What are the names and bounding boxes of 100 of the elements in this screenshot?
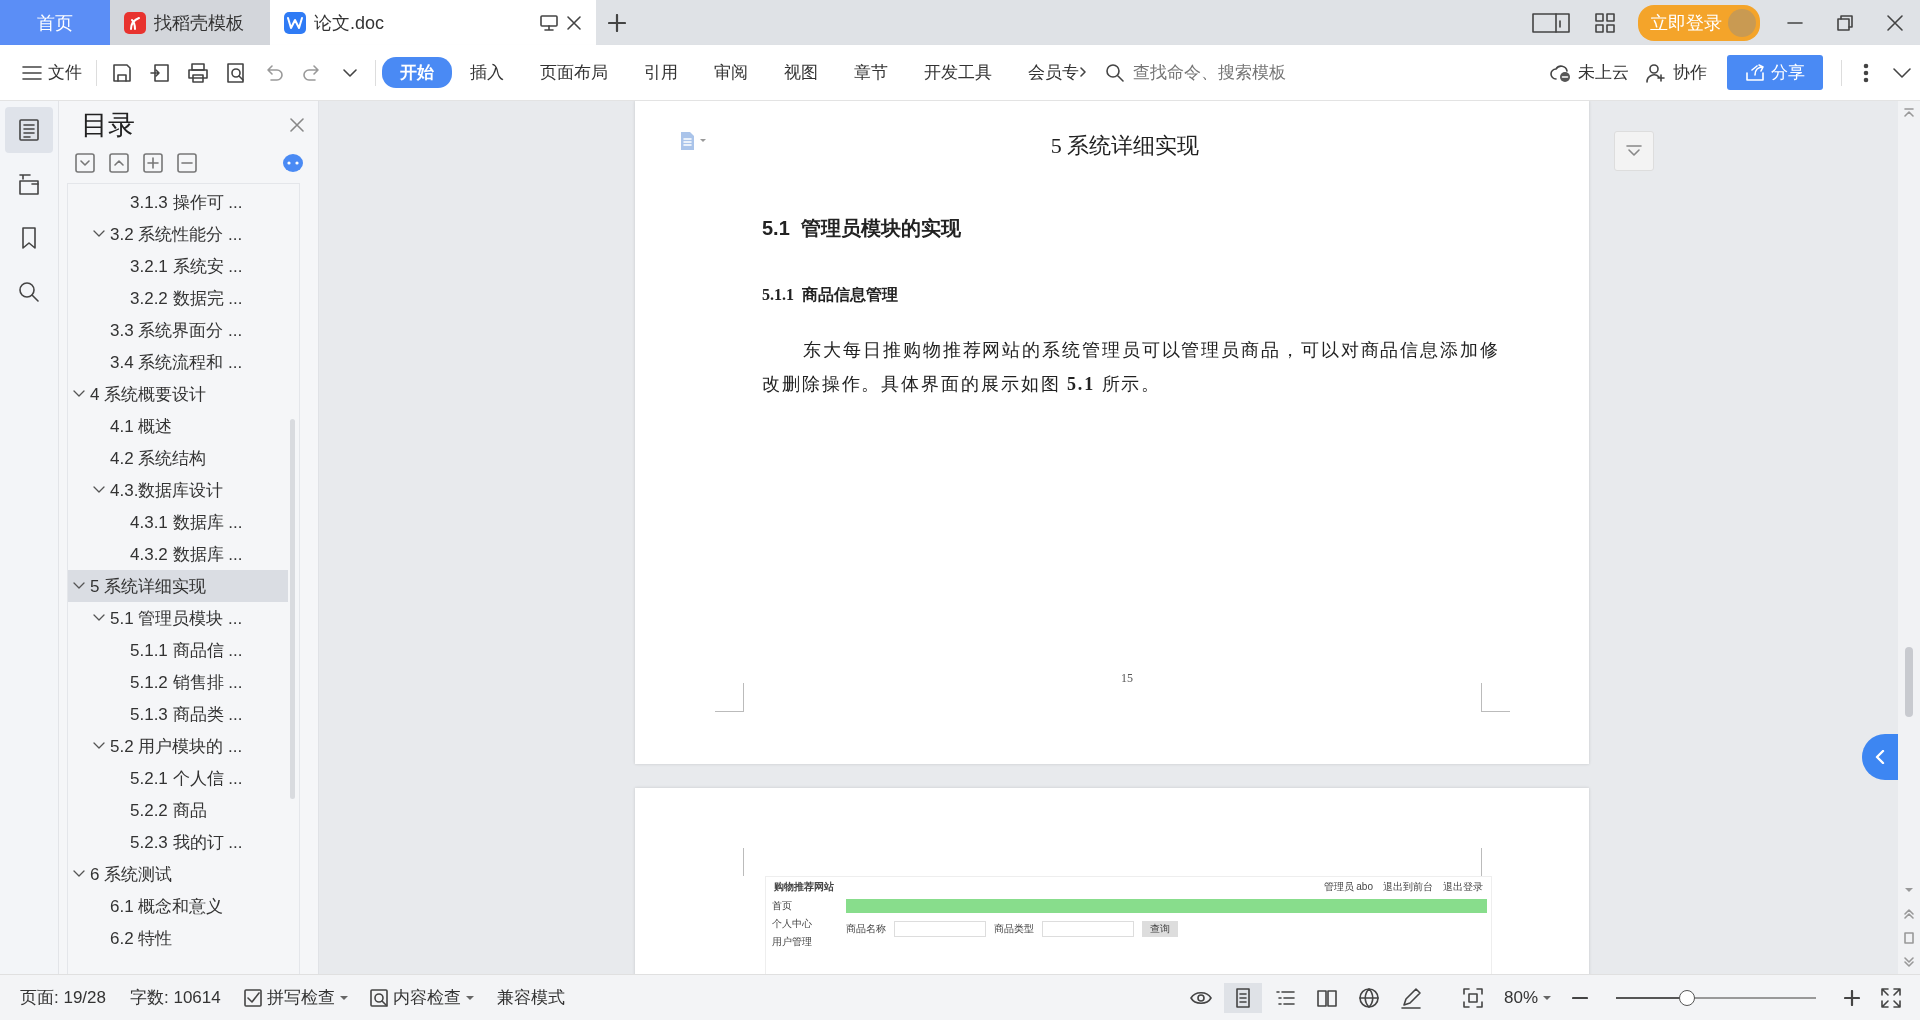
filter-label: 商品类型 — [994, 922, 1034, 936]
close-icon[interactable] — [566, 14, 582, 31]
scrollbar-thumb[interactable] — [1905, 646, 1913, 717]
print-preview-icon[interactable] — [225, 61, 247, 84]
chevron-down-icon — [93, 230, 105, 238]
rail-tab[interactable] — [5, 107, 53, 153]
add-tab-icon[interactable] — [608, 13, 626, 32]
next-page-icon[interactable] — [1903, 956, 1915, 968]
ribbon-tab[interactable]: 会员专 — [1010, 57, 1097, 88]
outline-item[interactable]: 4.3.2 数据库 ... — [68, 538, 288, 570]
outline-item[interactable]: 3.1.3 操作可 ... — [68, 186, 288, 218]
header-link[interactable]: 退出登录 — [1443, 880, 1483, 894]
scroll-top-icon[interactable] — [1903, 107, 1915, 119]
cloud-status-button[interactable]: 未上云 — [1542, 57, 1637, 88]
outline-icon — [17, 118, 41, 142]
cloud-icon — [1550, 62, 1572, 83]
save-icon[interactable] — [111, 61, 133, 84]
ribbon-tab[interactable]: 页面布局 — [522, 57, 626, 88]
add-icon[interactable] — [143, 153, 163, 173]
content-check-button[interactable]: 内容检查 — [360, 982, 483, 1013]
navigation-pane-icon — [17, 172, 41, 196]
ribbon-tab[interactable]: 引用 — [626, 57, 696, 88]
monitor-icon[interactable] — [540, 14, 558, 31]
outline-item[interactable]: 3.2.1 系统安 ... — [68, 250, 288, 282]
zoom-dropdown[interactable]: 80% — [1495, 983, 1560, 1012]
chevron-down-icon — [73, 870, 85, 878]
outline-item[interactable]: 3.2.2 数据完 ... — [68, 282, 288, 314]
side-menu-item[interactable]: 首页 — [772, 899, 836, 913]
outline-item[interactable]: 5.1 管理员模块 ... — [68, 602, 288, 634]
header-link[interactable]: 管理员 abo — [1323, 880, 1373, 894]
chat-bubble-icon[interactable] — [282, 153, 304, 173]
outline-item[interactable]: 5.2 用户模块的 ... — [68, 730, 288, 762]
dropdown-arrow-icon — [464, 994, 475, 1001]
outline-item[interactable]: 5.2.3 我的订 ... — [68, 826, 288, 858]
print-icon[interactable] — [187, 61, 209, 84]
ribbon-tab[interactable]: 插入 — [452, 57, 522, 88]
ribbon-tab[interactable]: 章节 — [836, 57, 906, 88]
side-menu-item[interactable]: 用户管理 — [772, 935, 836, 949]
chevron-right-icon[interactable] — [1079, 65, 1087, 78]
outline-item[interactable]: 6.2 特性 — [68, 922, 288, 954]
search-icon — [1105, 62, 1125, 83]
search-icon — [17, 280, 41, 304]
inspect-icon — [368, 987, 389, 1008]
spell-check-button[interactable]: 拼写检查 — [234, 982, 357, 1013]
tab[interactable]: 论文.doc — [270, 0, 596, 45]
outline-item[interactable]: 3.2 系统性能分 ... — [68, 218, 288, 250]
expand-side-button[interactable] — [1862, 734, 1898, 780]
layout-icon[interactable] — [1532, 11, 1570, 34]
fit-page-icon[interactable] — [1461, 986, 1484, 1009]
filter-field[interactable] — [1042, 921, 1134, 937]
outline-item[interactable]: 4.3.1 数据库 ... — [68, 506, 288, 538]
outline-item[interactable]: 4.1 概述 — [68, 410, 288, 442]
ribbon-tab[interactable]: 开发工具 — [906, 57, 1010, 88]
expand-up-icon[interactable] — [109, 153, 129, 173]
header-link[interactable]: 退出到前台 — [1383, 880, 1433, 894]
tab[interactable]: 找稻壳模板 — [110, 0, 270, 45]
close-icon[interactable] — [1886, 13, 1904, 32]
slider-thumb[interactable] — [1679, 989, 1695, 1006]
zoom-in-icon[interactable] — [1844, 989, 1860, 1006]
outline-item[interactable]: 5.2.2 商品 — [68, 794, 288, 826]
chapter-heading: 5 系统详细实现 — [1050, 132, 1200, 160]
outline-item[interactable]: 6.1 概念和意义 — [68, 890, 288, 922]
paragraph: 东大每日推购物推荐网站的系统管理员可以管理员商品，可以对商品信息添加修改删除操作。具体界面的展示如图 5.1 所示。 — [762, 339, 1501, 396]
grid-icon[interactable] — [1594, 11, 1616, 34]
filter-label: 商品名称 — [846, 922, 886, 936]
page-number: 15 — [1120, 671, 1134, 686]
file-menu[interactable]: 文件 — [14, 57, 90, 88]
ribbon-tab[interactable]: 审阅 — [696, 57, 766, 88]
outline-item[interactable]: 5.1.1 商品信 ... — [68, 634, 288, 666]
outline-item[interactable]: 4.3.数据库设计 — [68, 474, 288, 506]
scrollbar[interactable] — [290, 419, 295, 799]
ribbon-tab[interactable]: 视图 — [766, 57, 836, 88]
outline-item[interactable]: 4 系统概要设计 — [68, 378, 288, 410]
crop-mark — [1481, 683, 1510, 712]
fullscreen-icon[interactable] — [1880, 986, 1902, 1009]
chevron-left-icon — [1875, 750, 1885, 764]
filter-field[interactable] — [894, 921, 986, 937]
collaborate-button[interactable]: 协作 — [1637, 57, 1715, 88]
restore-icon[interactable] — [1836, 13, 1854, 32]
query-button[interactable]: 查询 — [1142, 921, 1178, 937]
previous-page-icon[interactable] — [1903, 908, 1915, 920]
outline-item[interactable]: 5.1.2 销售排 ... — [68, 666, 288, 698]
word-count: 字数: 10614 — [129, 987, 222, 1009]
pen-icon[interactable] — [1399, 986, 1422, 1009]
outline-item[interactable]: 5.2.1 个人信 ... — [68, 762, 288, 794]
outline-item[interactable]: 3.3 系统界面分 ... — [68, 314, 288, 346]
section-heading: 5.1 管理员模块的实现 — [762, 216, 961, 241]
side-menu-item[interactable]: 个人中心 — [772, 917, 836, 931]
web-view-icon[interactable] — [1357, 986, 1380, 1009]
checkbox-icon — [242, 987, 263, 1008]
compatibility-mode: 兼容模式 — [495, 987, 566, 1009]
collapse-all-icon[interactable] — [75, 153, 95, 173]
outline-item[interactable]: 6 系统测试 — [68, 858, 288, 890]
outline-item[interactable]: 5.1.3 商品类 ... — [68, 698, 288, 730]
crop-mark — [715, 683, 744, 712]
outline-item[interactable]: 5 系统详细实现 — [68, 570, 288, 602]
export-icon[interactable] — [149, 61, 171, 84]
outline-item[interactable]: 4.2 系统结构 — [68, 442, 288, 474]
remove-icon[interactable] — [177, 153, 197, 173]
outline-item[interactable]: 3.4 系统流程和 ... — [68, 346, 288, 378]
